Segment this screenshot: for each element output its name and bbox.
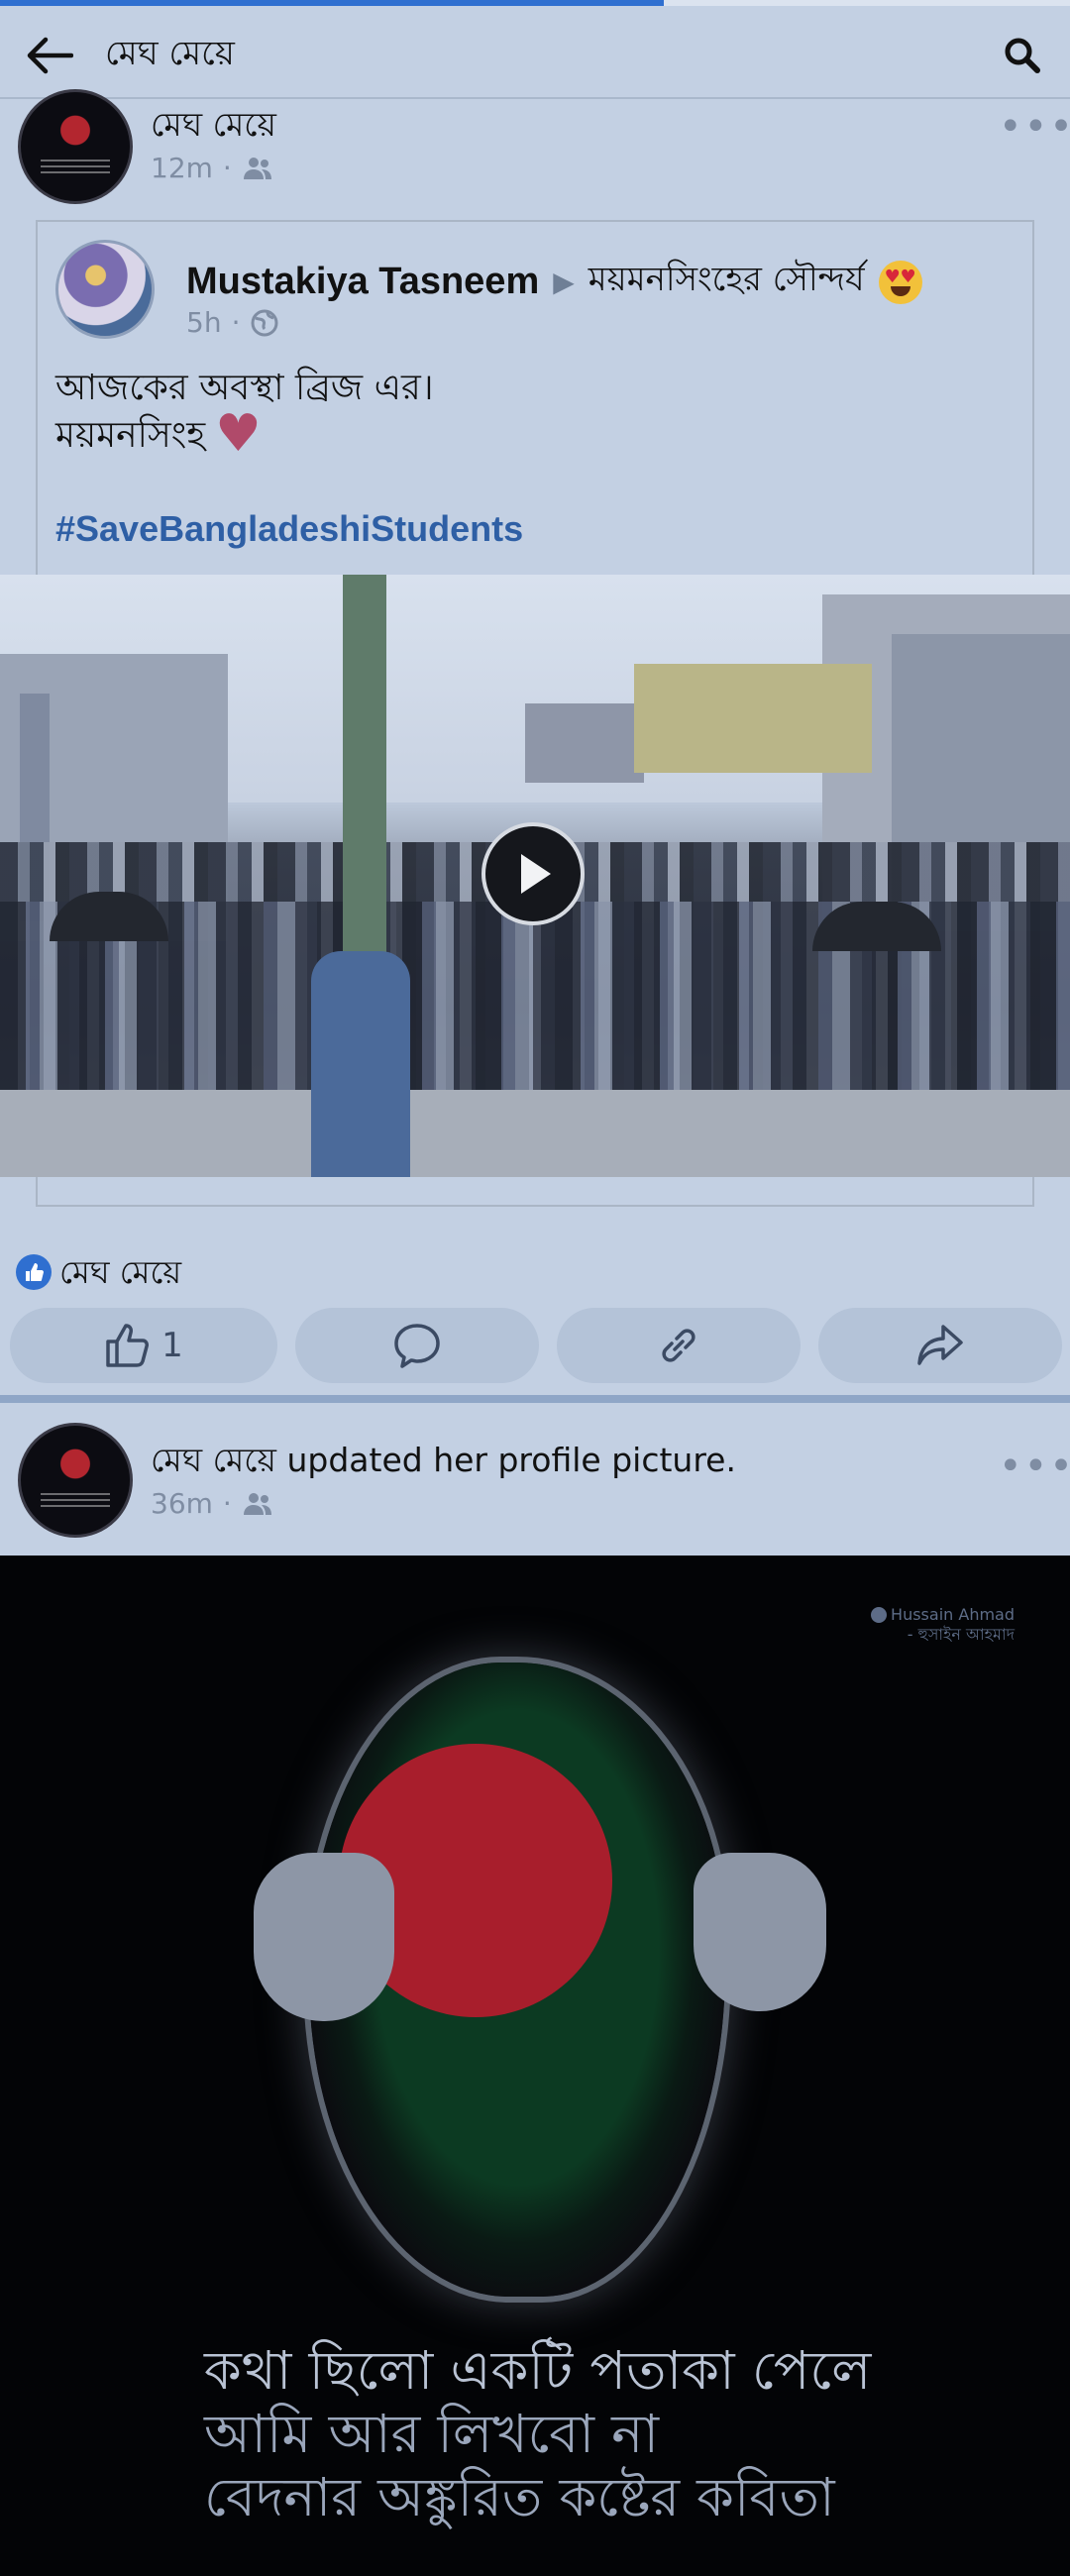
triangle-right-icon: ▶ xyxy=(553,266,575,298)
post-time[interactable]: 12m xyxy=(151,151,213,186)
post-divider xyxy=(0,1395,1070,1403)
right-hand-graphic xyxy=(694,1853,826,2011)
share-icon xyxy=(917,1325,963,1365)
more-options-button[interactable]: ••• xyxy=(999,107,1070,147)
shared-post-time[interactable]: 5h xyxy=(186,305,222,341)
more-dots-icon: ••• xyxy=(999,104,1070,150)
post-meta: 36m · xyxy=(151,1486,273,1522)
top-bar: মেঘ মেয়ে xyxy=(0,6,1070,99)
shared-author-avatar[interactable] xyxy=(55,240,155,339)
comment-button[interactable] xyxy=(295,1308,539,1383)
back-button[interactable] xyxy=(22,28,77,83)
facebook-icon xyxy=(871,1607,888,1623)
meta-separator: · xyxy=(231,306,241,339)
poem-line: বেদনার অঙ্কুরিত কষ্টের কবিতা xyxy=(204,2466,835,2528)
friends-icon xyxy=(243,1493,271,1515)
poem-line: কথা ছিলো একটি পতাকা পেলে xyxy=(204,2339,872,2402)
post-text-line: ময়মনসিংহ ♥ xyxy=(55,404,263,464)
search-icon xyxy=(1005,38,1040,73)
post-text-location: ময়মনসিংহ xyxy=(55,415,206,456)
heart-eyes-emoji-icon xyxy=(878,260,922,304)
meta-separator: · xyxy=(222,152,232,184)
play-icon xyxy=(521,854,551,894)
play-button[interactable] xyxy=(482,822,585,925)
like-badge-icon xyxy=(16,1254,52,1290)
more-dots-icon: ••• xyxy=(999,1444,1070,1489)
left-hand-graphic xyxy=(254,1853,394,2021)
profile-picture-image[interactable]: Hussain Ahmad - হুসাইন আহমাদ কথা ছিলো এক… xyxy=(0,1556,1070,2576)
link-icon xyxy=(662,1329,696,1362)
poem-line: আমি আর লিখবো না xyxy=(204,2403,660,2465)
reaction-summary-name: মেঘ মেয়ে xyxy=(59,1253,182,1291)
post-meta: 12m · xyxy=(151,151,273,186)
heart-emoji-icon: ♥ xyxy=(215,404,262,464)
share-button[interactable] xyxy=(818,1308,1062,1383)
shared-group-name[interactable]: ময়মনসিংহের সৌন্দর্য xyxy=(588,254,865,310)
thumbs-up-icon xyxy=(106,1324,150,1367)
more-options-button[interactable]: ••• xyxy=(999,1447,1070,1486)
search-button[interactable] xyxy=(995,28,1050,83)
reaction-summary[interactable]: মেঘ মেয়ে xyxy=(16,1252,181,1292)
hashtag-link[interactable]: #SaveBangladeshiStudents xyxy=(55,505,523,553)
author-avatar[interactable] xyxy=(18,89,133,204)
page-title: মেঘ মেয়ে xyxy=(105,34,235,73)
image-credit: Hussain Ahmad - হুসাইন আহমাদ xyxy=(871,1605,1015,1645)
arrow-left-icon xyxy=(27,37,73,74)
post-author-line[interactable]: মেঘ মেয়ে updated her profile picture. xyxy=(151,1439,736,1482)
shared-author-name[interactable]: Mustakiya Tasneem xyxy=(186,261,539,303)
comment-icon xyxy=(394,1324,440,1368)
copy-link-button[interactable] xyxy=(557,1308,801,1383)
post-time[interactable]: 36m xyxy=(151,1486,213,1522)
like-button[interactable]: 1 xyxy=(10,1308,277,1383)
shared-post-meta: 5h · xyxy=(186,305,279,341)
friends-icon xyxy=(243,158,271,179)
author-avatar[interactable] xyxy=(18,1423,133,1538)
shared-post-header: Mustakiya Tasneem ▶ ময়মনসিংহের সৌন্দর্য xyxy=(186,254,922,310)
post-author-name[interactable]: মেঘ মেয়ে xyxy=(151,103,276,147)
globe-icon xyxy=(251,309,278,337)
like-count: 1 xyxy=(161,1326,183,1365)
meta-separator: · xyxy=(222,1487,232,1520)
